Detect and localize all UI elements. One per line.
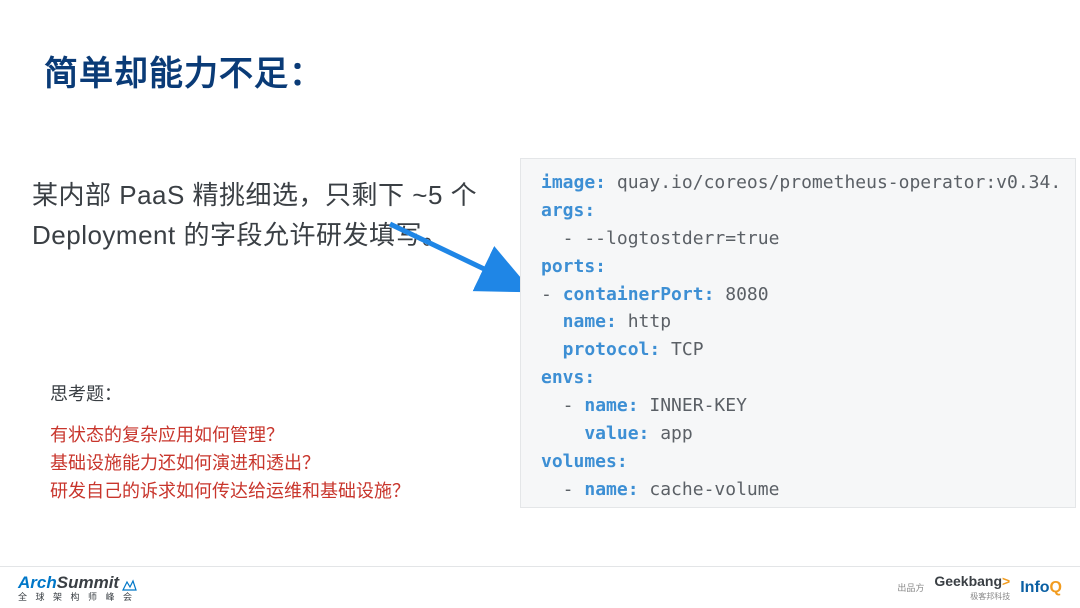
yaml-value: 8080 — [714, 284, 768, 305]
logo-arch-text: Arch — [18, 574, 57, 591]
yaml-dash: - — [541, 395, 584, 416]
mountain-icon — [121, 579, 137, 591]
yaml-value: http — [617, 311, 671, 332]
slide-title: 简单却能力不足： — [44, 46, 324, 95]
yaml-value: TCP — [660, 339, 703, 360]
yaml-value: {} — [682, 507, 715, 508]
yaml-key: value: — [541, 423, 649, 444]
description-text: 某内部 PaaS 精挑细选，只剩下 ~5 个 Deployment 的字段允许研… — [32, 175, 502, 256]
yaml-key: name: — [584, 479, 638, 500]
yaml-key: name: — [541, 311, 617, 332]
logo-subtitle: 全 球 架 构 师 峰 会 — [18, 593, 135, 602]
producer-label: 出品方 — [897, 581, 924, 594]
yaml-key: ports: — [541, 256, 606, 277]
infoq-logo: InfoQ — [1020, 579, 1062, 597]
footer: ArchSummit 全 球 架 构 师 峰 会 出品方 Geekbang> 极… — [0, 566, 1080, 608]
yaml-value: app — [649, 423, 692, 444]
yaml-key: containerPort: — [563, 284, 715, 305]
code-block: image: quay.io/coreos/prometheus-operato… — [520, 158, 1076, 508]
yaml-dash: - — [541, 284, 563, 305]
infoq-q: Q — [1050, 579, 1062, 596]
yaml-dash: - — [541, 479, 584, 500]
logo-summit-text: Summit — [57, 574, 119, 591]
yaml-key: envs: — [541, 367, 595, 388]
slide: 简单却能力不足： 某内部 PaaS 精挑细选，只剩下 ~5 个 Deployme… — [0, 0, 1080, 608]
yaml-value: INNER-KEY — [639, 395, 747, 416]
question-list: 有状态的复杂应用如何管理？ 基础设施能力还如何演进和透出？ 研发自己的诉求如何传… — [50, 422, 410, 506]
yaml-key: volumes: — [541, 451, 628, 472]
archsummit-logo: ArchSummit 全 球 架 构 师 峰 会 — [18, 574, 137, 602]
geekbang-sub: 极客邦科技 — [934, 591, 1010, 602]
yaml-key: protocol: — [541, 339, 660, 360]
geekbang-suffix: > — [1002, 573, 1010, 589]
yaml-key: args: — [541, 200, 595, 221]
footer-right: 出品方 Geekbang> 极客邦科技 InfoQ — [897, 573, 1062, 602]
yaml-key: image: — [541, 172, 606, 193]
yaml-value: quay.io/coreos/prometheus-operator:v0.34… — [606, 172, 1061, 193]
yaml-key: emptyDir: — [541, 507, 682, 508]
yaml-value: cache-volume — [639, 479, 780, 500]
infoq-info: Info — [1020, 579, 1049, 596]
geekbang-logo: Geekbang> 极客邦科技 — [934, 573, 1010, 602]
question-label: 思考题： — [50, 380, 122, 406]
yaml-line: - --logtostderr=true — [541, 228, 779, 249]
yaml-key: name: — [584, 395, 638, 416]
geekbang-text: Geekbang — [934, 573, 1002, 589]
